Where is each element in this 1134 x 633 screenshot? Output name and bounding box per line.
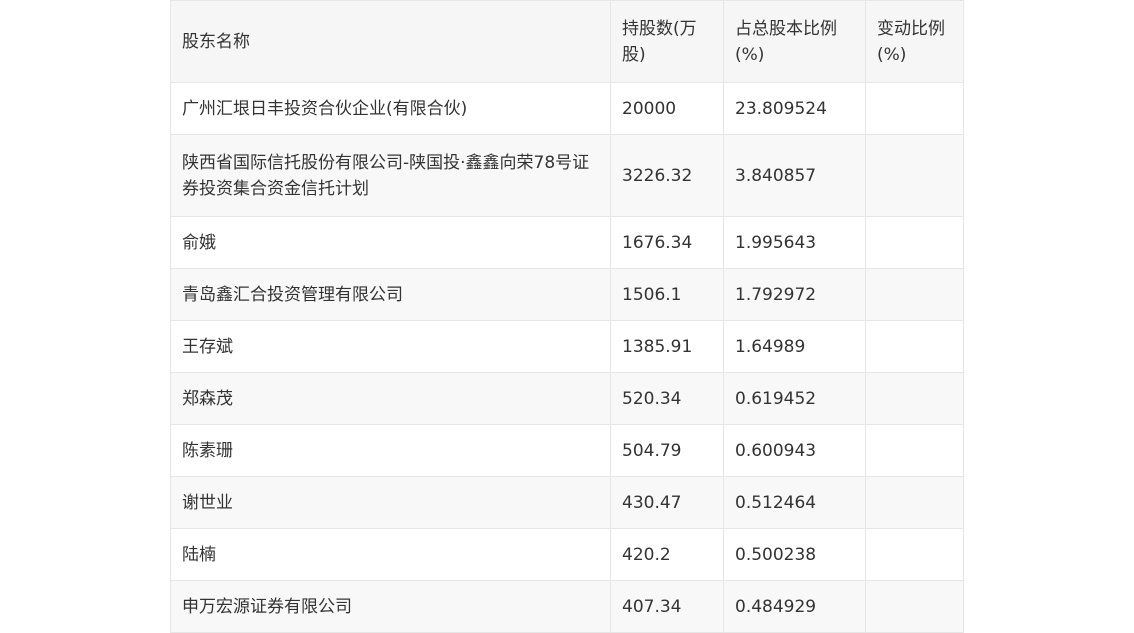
- cell-shareholder-name: 陆楠: [170, 528, 611, 581]
- table-row: 郑森茂 520.34 0.619452: [170, 372, 964, 425]
- cell-shares-held: 3226.32: [610, 134, 724, 217]
- cell-shareholder-name: 陈素珊: [170, 424, 611, 477]
- cell-share-ratio: 0.600943: [723, 424, 866, 477]
- cell-change-ratio: [865, 216, 964, 269]
- cell-shareholder-name: 广州汇垠日丰投资合伙企业(有限合伙): [170, 82, 611, 135]
- table-row: 陈素珊 504.79 0.600943: [170, 424, 964, 477]
- table-row: 谢世业 430.47 0.512464: [170, 476, 964, 529]
- cell-shares-held: 1676.34: [610, 216, 724, 269]
- cell-share-ratio: 0.484929: [723, 580, 866, 633]
- table-row: 王存斌 1385.91 1.64989: [170, 320, 964, 373]
- cell-shares-held: 520.34: [610, 372, 724, 425]
- cell-shares-held: 1385.91: [610, 320, 724, 373]
- cell-change-ratio: [865, 476, 964, 529]
- cell-change-ratio: [865, 528, 964, 581]
- cell-change-ratio: [865, 320, 964, 373]
- cell-shareholder-name: 郑森茂: [170, 372, 611, 425]
- cell-change-ratio: [865, 82, 964, 135]
- cell-share-ratio: 0.512464: [723, 476, 866, 529]
- cell-change-ratio: [865, 268, 964, 321]
- cell-shareholder-name: 俞娥: [170, 216, 611, 269]
- cell-share-ratio: 1.792972: [723, 268, 866, 321]
- cell-share-ratio: 1.64989: [723, 320, 866, 373]
- cell-change-ratio: [865, 424, 964, 477]
- cell-shares-held: 430.47: [610, 476, 724, 529]
- cell-share-ratio: 0.619452: [723, 372, 866, 425]
- shareholder-table-container: 股东名称 持股数(万股) 占总股本比例(%) 变动比例(%) 广州汇垠日丰投资合…: [170, 0, 964, 633]
- shareholder-table: 股东名称 持股数(万股) 占总股本比例(%) 变动比例(%) 广州汇垠日丰投资合…: [170, 0, 964, 633]
- cell-shareholder-name: 青岛鑫汇合投资管理有限公司: [170, 268, 611, 321]
- cell-share-ratio: 0.500238: [723, 528, 866, 581]
- cell-change-ratio: [865, 134, 964, 217]
- cell-shareholder-name: 谢世业: [170, 476, 611, 529]
- cell-shares-held: 407.34: [610, 580, 724, 633]
- cell-shareholder-name: 王存斌: [170, 320, 611, 373]
- table-row: 俞娥 1676.34 1.995643: [170, 216, 964, 269]
- table-header-row: 股东名称 持股数(万股) 占总股本比例(%) 变动比例(%): [170, 0, 964, 83]
- table-row: 青岛鑫汇合投资管理有限公司 1506.1 1.792972: [170, 268, 964, 321]
- cell-shareholder-name: 申万宏源证券有限公司: [170, 580, 611, 633]
- header-shares-held: 持股数(万股): [610, 0, 724, 83]
- cell-change-ratio: [865, 372, 964, 425]
- cell-change-ratio: [865, 580, 964, 633]
- header-shareholder-name: 股东名称: [170, 0, 611, 83]
- cell-shareholder-name: 陕西省国际信托股份有限公司-陕国投·鑫鑫向荣78号证券投资集合资金信托计划: [170, 134, 611, 217]
- table-row: 申万宏源证券有限公司 407.34 0.484929: [170, 580, 964, 633]
- table-row: 陆楠 420.2 0.500238: [170, 528, 964, 581]
- cell-shares-held: 20000: [610, 82, 724, 135]
- table-row: 广州汇垠日丰投资合伙企业(有限合伙) 20000 23.809524: [170, 82, 964, 135]
- cell-share-ratio: 3.840857: [723, 134, 866, 217]
- cell-shares-held: 420.2: [610, 528, 724, 581]
- cell-shares-held: 1506.1: [610, 268, 724, 321]
- cell-shares-held: 504.79: [610, 424, 724, 477]
- header-share-ratio: 占总股本比例(%): [723, 0, 866, 83]
- cell-share-ratio: 1.995643: [723, 216, 866, 269]
- table-row: 陕西省国际信托股份有限公司-陕国投·鑫鑫向荣78号证券投资集合资金信托计划 32…: [170, 134, 964, 217]
- header-change-ratio: 变动比例(%): [865, 0, 964, 83]
- cell-share-ratio: 23.809524: [723, 82, 866, 135]
